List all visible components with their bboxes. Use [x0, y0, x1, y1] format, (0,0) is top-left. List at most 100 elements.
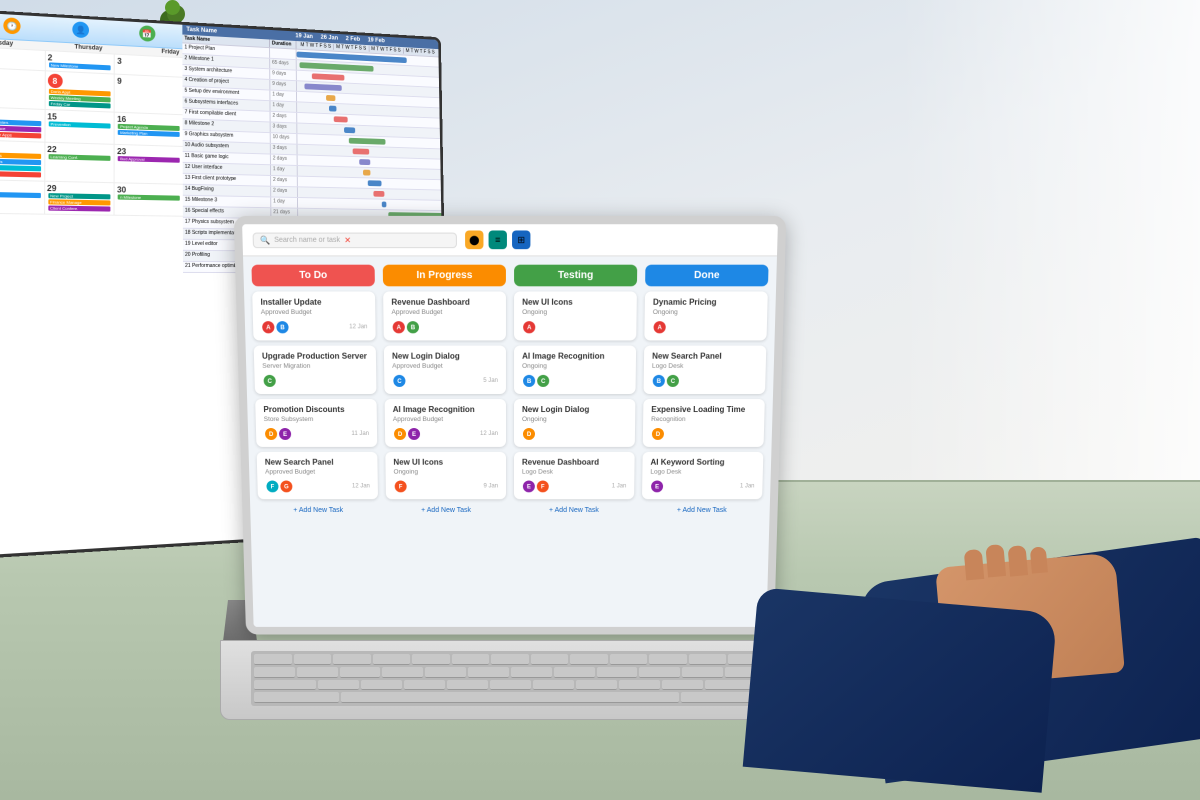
cal-event-client: Client Leads — [0, 158, 41, 165]
card-subtitle: Store Subsystem — [264, 416, 369, 423]
avatar: A — [392, 320, 406, 334]
kanban-card[interactable]: New Search Panel Logo Desk B C — [644, 346, 767, 394]
key — [254, 667, 295, 678]
card-footer: F G 12 Jan — [265, 480, 370, 494]
laptop-keyboard — [251, 651, 769, 706]
keyboard-row-2 — [254, 667, 766, 678]
card-avatars: D E — [264, 427, 292, 441]
card-title: Installer Update — [260, 298, 367, 307]
kanban-card[interactable]: AI Image Recognition Approved Budget D E… — [385, 399, 506, 447]
add-task-inprogress-button[interactable]: + Add New Task — [386, 504, 506, 517]
gantt-task-name: 15 Milestone 3 — [183, 196, 271, 208]
card-date: 1 Jan — [612, 483, 627, 489]
key — [597, 667, 638, 678]
cal-day-22: 22 Learning Conf. — [45, 143, 115, 183]
search-box[interactable]: 🔍 Search name or task ✕ — [253, 232, 457, 248]
gantt-bar — [329, 106, 336, 112]
kanban-card[interactable]: New UI Icons Ongoing F 9 Jan — [385, 452, 506, 499]
kanban-card[interactable]: Revenue Dashboard Approved Budget A B — [383, 291, 506, 340]
gantt-duration: 2 days — [271, 155, 298, 165]
cal-day-3: 3 — [115, 55, 182, 77]
gantt-duration: 9 days — [270, 69, 297, 80]
toolbar-icons: ⬤ ≡ ⊞ — [465, 230, 530, 249]
cal-day-21: 21 Order Prints Client Leads Go Up z Del… — [0, 140, 45, 180]
key — [361, 680, 402, 691]
finger — [1008, 545, 1029, 576]
toolbar-icon-yellow[interactable]: ⬤ — [465, 230, 483, 249]
card-avatars: E — [650, 480, 664, 494]
card-title: AI Image Recognition — [393, 405, 498, 414]
key — [576, 680, 617, 691]
toolbar-icon-teal[interactable]: ≡ — [489, 230, 507, 249]
add-task-testing-button[interactable]: + Add New Task — [514, 504, 634, 517]
kanban-card[interactable]: New UI Icons Ongoing A — [514, 291, 637, 340]
kanban-card[interactable]: Dynamic Pricing Ongoing A — [644, 291, 768, 340]
key — [373, 654, 411, 665]
card-avatars: C — [262, 374, 276, 388]
cal-event-milestone: n Milestone — [118, 194, 180, 200]
kanban-card[interactable]: AI Image Recognition Ongoing B C — [514, 346, 636, 394]
gantt-bar — [348, 138, 385, 145]
card-date: 12 Jan — [352, 483, 370, 489]
avatar: A — [522, 320, 536, 334]
cal-event-budget: Bud Approval — [118, 156, 180, 163]
cal-day-29: 29 New Project Finance Manage Client Con… — [45, 182, 115, 215]
calendar-panel: 🕐 👤 📅 Wednesday Thursday Friday 1 2 New … — [0, 12, 184, 559]
search-placeholder: Search name or task — [274, 236, 340, 243]
calendar-icon: 👤 — [72, 21, 89, 38]
avatar: G — [279, 480, 293, 494]
kanban-card[interactable]: Revenue Dashboard Logo Desk E F 1 Jan — [514, 452, 635, 499]
column-header-inprogress: In Progress — [383, 265, 506, 287]
card-subtitle: Logo Desk — [522, 469, 627, 476]
key — [254, 654, 292, 665]
avatar: E — [278, 427, 292, 441]
card-avatars: A — [522, 320, 536, 334]
avatar: A — [261, 320, 276, 334]
gantt-duration: 65 days — [270, 59, 297, 70]
key — [610, 654, 648, 665]
card-avatars: B C — [652, 374, 680, 388]
gantt-duration: 9 days — [270, 80, 297, 91]
search-icon: 🔍 — [260, 235, 270, 244]
card-footer: F 9 Jan — [394, 480, 498, 494]
clock-icon: 🕐 — [4, 17, 21, 34]
gantt-bar — [368, 180, 382, 186]
kanban-card[interactable]: Promotion Discounts Store Subsystem D E … — [255, 399, 377, 447]
card-footer: A — [522, 320, 628, 334]
cal-day-9: 9 — [115, 75, 183, 115]
gantt-duration: 1 day — [271, 165, 298, 175]
key — [491, 654, 529, 665]
gantt-bar — [344, 127, 355, 133]
person-hands — [700, 440, 1200, 760]
card-subtitle: Approved Budget — [265, 469, 370, 476]
done-label: Done — [694, 270, 720, 281]
clear-search-button[interactable]: ✕ — [344, 235, 351, 244]
card-title: Upgrade Production Server — [262, 352, 368, 361]
card-footer: B C — [652, 374, 758, 388]
column-header-testing: Testing — [514, 265, 637, 287]
kanban-card[interactable]: Installer Update Approved Budget A B 12 … — [252, 291, 376, 340]
cal-event-finance: Finance Manage — [48, 199, 111, 205]
add-task-todo-button[interactable]: + Add New Task — [258, 504, 378, 517]
gantt-duration: 2 days — [271, 176, 298, 186]
cal-day-1: 1 — [0, 47, 46, 70]
cal-day-23: 23 Bud Approval — [115, 145, 183, 184]
kanban-card[interactable]: New Login Dialog Approved Budget C 5 Jan — [384, 346, 506, 394]
cal-event-prevention: Prevention — [48, 121, 110, 128]
kanban-card[interactable]: Upgrade Production Server Server Migrati… — [254, 346, 377, 394]
gantt-duration: 3 days — [271, 122, 298, 133]
toolbar-icon-blue[interactable]: ⊞ — [512, 230, 530, 249]
avatar: D — [393, 427, 407, 441]
gantt-title: Task Name — [186, 27, 217, 35]
card-title: New Search Panel — [265, 458, 370, 467]
kanban-card[interactable]: New Search Panel Approved Budget F G 12 … — [257, 452, 378, 499]
finger — [985, 544, 1006, 577]
key — [468, 667, 509, 678]
kanban-card[interactable]: New Login Dialog Ongoing D — [514, 399, 635, 447]
avatar: B — [275, 320, 290, 334]
keyboard-row-4 — [254, 692, 766, 703]
card-subtitle: Ongoing — [522, 363, 628, 370]
card-title: Expensive Loading Time — [651, 405, 756, 414]
cal-day-2: 2 New Milestone — [45, 51, 115, 74]
card-title: New Login Dialog — [522, 405, 627, 414]
